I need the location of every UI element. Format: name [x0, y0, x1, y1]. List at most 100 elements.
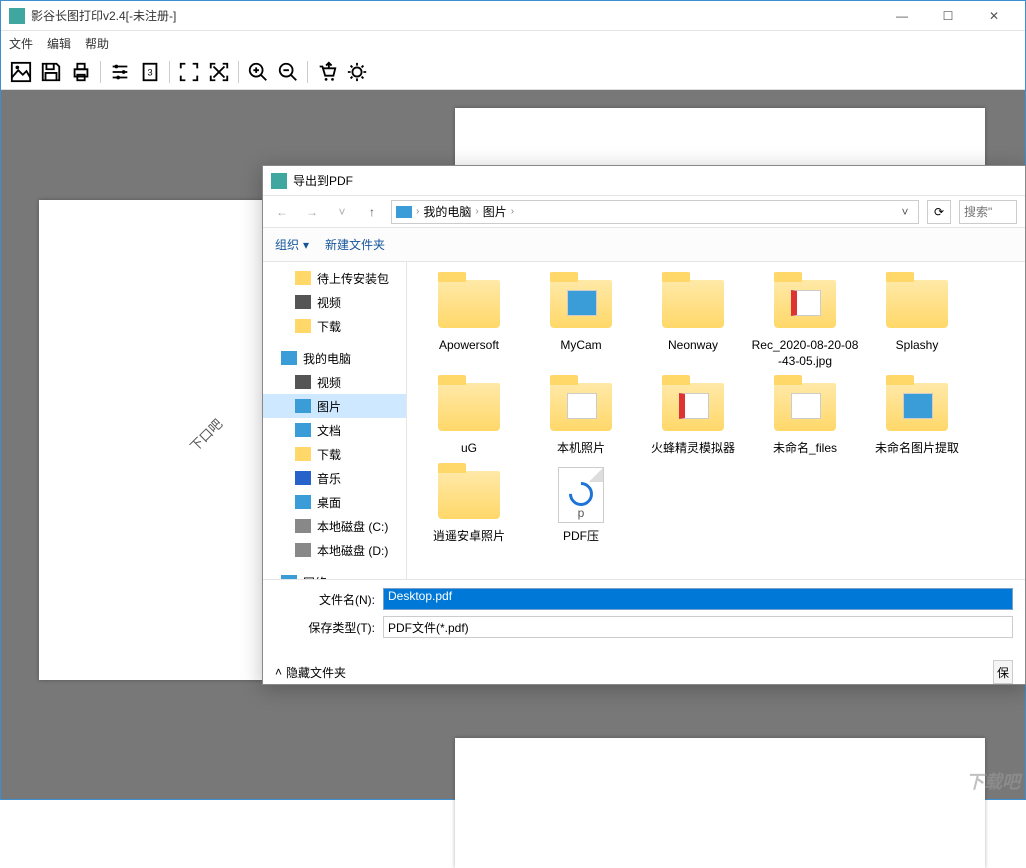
dialog-titlebar: 导出到PDF: [263, 166, 1025, 196]
folder-tree[interactable]: 待上传安装包视频下载我的电脑视频图片文档下载音乐桌面本地磁盘 (C:)本地磁盘 …: [263, 262, 407, 579]
folder-icon: [295, 375, 311, 389]
file-item[interactable]: Apowersoft: [415, 274, 523, 369]
chevron-right-icon: ›: [416, 206, 419, 217]
file-label: Neonway: [668, 338, 718, 354]
dialog-icon: [271, 173, 287, 189]
file-icon: [769, 377, 841, 437]
idea-button[interactable]: [343, 58, 371, 86]
tree-item-label: 本地磁盘 (D:): [317, 542, 388, 559]
menu-edit[interactable]: 编辑: [47, 35, 71, 52]
file-item[interactable]: MyCam: [527, 274, 635, 369]
tree-item[interactable]: 视频: [263, 370, 406, 394]
cart-button[interactable]: [313, 58, 341, 86]
file-icon: [769, 274, 841, 334]
menu-file[interactable]: 文件: [9, 35, 33, 52]
tree-item[interactable]: 图片: [263, 394, 406, 418]
file-icon: [433, 377, 505, 437]
file-item[interactable]: uG: [415, 377, 523, 457]
refresh-button[interactable]: ⟳: [927, 200, 951, 224]
file-item[interactable]: 未命名图片提取: [863, 377, 971, 457]
tree-item-label: 音乐: [317, 470, 341, 487]
tree-item[interactable]: 本地磁盘 (C:): [263, 514, 406, 538]
breadcrumb[interactable]: › 我的电脑 › 图片 › ˅: [391, 200, 919, 224]
tree-item-label: 下载: [317, 318, 341, 335]
organize-button[interactable]: 组织 ▾: [275, 236, 309, 253]
tree-item-label: 桌面: [317, 494, 341, 511]
file-label: 火蜂精灵模拟器: [651, 441, 735, 457]
file-label: 本机照片: [557, 441, 605, 457]
save-dialog-button[interactable]: 保: [993, 660, 1013, 684]
zoom-out-button[interactable]: [274, 58, 302, 86]
tree-item[interactable]: 桌面: [263, 490, 406, 514]
file-label: uG: [461, 441, 477, 457]
actual-size-button[interactable]: [205, 58, 233, 86]
file-item[interactable]: 未命名_files: [751, 377, 859, 457]
folder-icon: [281, 351, 297, 365]
nav-forward-button[interactable]: →: [301, 201, 323, 223]
menu-help[interactable]: 帮助: [85, 35, 109, 52]
print-button[interactable]: [67, 58, 95, 86]
close-button[interactable]: ✕: [971, 1, 1017, 31]
file-label: PDF压: [563, 529, 599, 545]
open-image-button[interactable]: [7, 58, 35, 86]
filetype-label: 保存类型(T):: [275, 619, 383, 636]
folder-icon: [295, 319, 311, 333]
titlebar: 影谷长图打印v2.4[-未注册-] — ☐ ✕: [1, 1, 1025, 31]
file-icon: [657, 377, 729, 437]
breadcrumb-item[interactable]: 我的电脑: [423, 203, 471, 220]
toolbar: 3: [1, 55, 1025, 90]
tree-item-label: 视频: [317, 374, 341, 391]
tree-item[interactable]: 文档: [263, 418, 406, 442]
file-icon: [545, 377, 617, 437]
search-input[interactable]: [959, 200, 1017, 224]
file-item[interactable]: Rec_2020-08-20-08-43-05.jpg: [751, 274, 859, 369]
folder-icon: [295, 423, 311, 437]
folder-icon: [295, 495, 311, 509]
tree-item[interactable]: 视频: [263, 290, 406, 314]
tree-item-label: 本地磁盘 (C:): [317, 518, 388, 535]
file-item[interactable]: Splashy: [863, 274, 971, 369]
fit-button[interactable]: [175, 58, 203, 86]
tree-item[interactable]: 待上传安装包: [263, 266, 406, 290]
file-label: 未命名_files: [773, 441, 837, 457]
page-button[interactable]: 3: [136, 58, 164, 86]
maximize-button[interactable]: ☐: [925, 1, 971, 31]
tree-item-label: 图片: [317, 398, 341, 415]
file-list[interactable]: ApowersoftMyCam Neonway Rec_2020-08-20-08-…: [407, 262, 1025, 579]
nav-recent-button[interactable]: ˅: [331, 201, 353, 223]
toolbar-separator: [307, 61, 308, 83]
file-label: Splashy: [896, 338, 939, 354]
breadcrumb-item[interactable]: 图片: [483, 203, 507, 220]
file-item[interactable]: pPDF压: [527, 465, 635, 545]
chevron-up-icon: ˄: [275, 665, 282, 679]
breadcrumb-dropdown[interactable]: ˅: [896, 205, 914, 219]
file-item[interactable]: 本机照片: [527, 377, 635, 457]
tree-item[interactable]: 音乐: [263, 466, 406, 490]
tree-item[interactable]: 我的电脑: [263, 346, 406, 370]
dialog-title: 导出到PDF: [293, 172, 353, 189]
nav-up-button[interactable]: ↑: [361, 201, 383, 223]
computer-icon: [396, 206, 412, 218]
tree-item[interactable]: 网络: [263, 570, 406, 579]
tree-item[interactable]: 下载: [263, 442, 406, 466]
adjust-button[interactable]: [106, 58, 134, 86]
file-item[interactable]: 火蜂精灵模拟器: [639, 377, 747, 457]
filetype-select[interactable]: PDF文件(*.pdf): [383, 616, 1013, 638]
save-button[interactable]: [37, 58, 65, 86]
dialog-footer: ˄ 隐藏文件夹 保: [263, 654, 1025, 684]
filename-input[interactable]: Desktop.pdf: [383, 588, 1013, 610]
svg-text:3: 3: [147, 68, 152, 78]
file-item[interactable]: 逍遥安卓照片: [415, 465, 523, 545]
file-item[interactable]: Neonway: [639, 274, 747, 369]
tree-item[interactable]: 下载: [263, 314, 406, 338]
file-icon: [433, 274, 505, 334]
nav-back-button[interactable]: ←: [271, 201, 293, 223]
minimize-button[interactable]: —: [879, 1, 925, 31]
file-icon: [881, 377, 953, 437]
hide-folders-toggle[interactable]: ˄ 隐藏文件夹: [275, 664, 346, 681]
tree-item-label: 待上传安装包: [317, 270, 389, 287]
toolbar-separator: [169, 61, 170, 83]
new-folder-button[interactable]: 新建文件夹: [325, 236, 385, 253]
tree-item[interactable]: 本地磁盘 (D:): [263, 538, 406, 562]
zoom-in-button[interactable]: [244, 58, 272, 86]
